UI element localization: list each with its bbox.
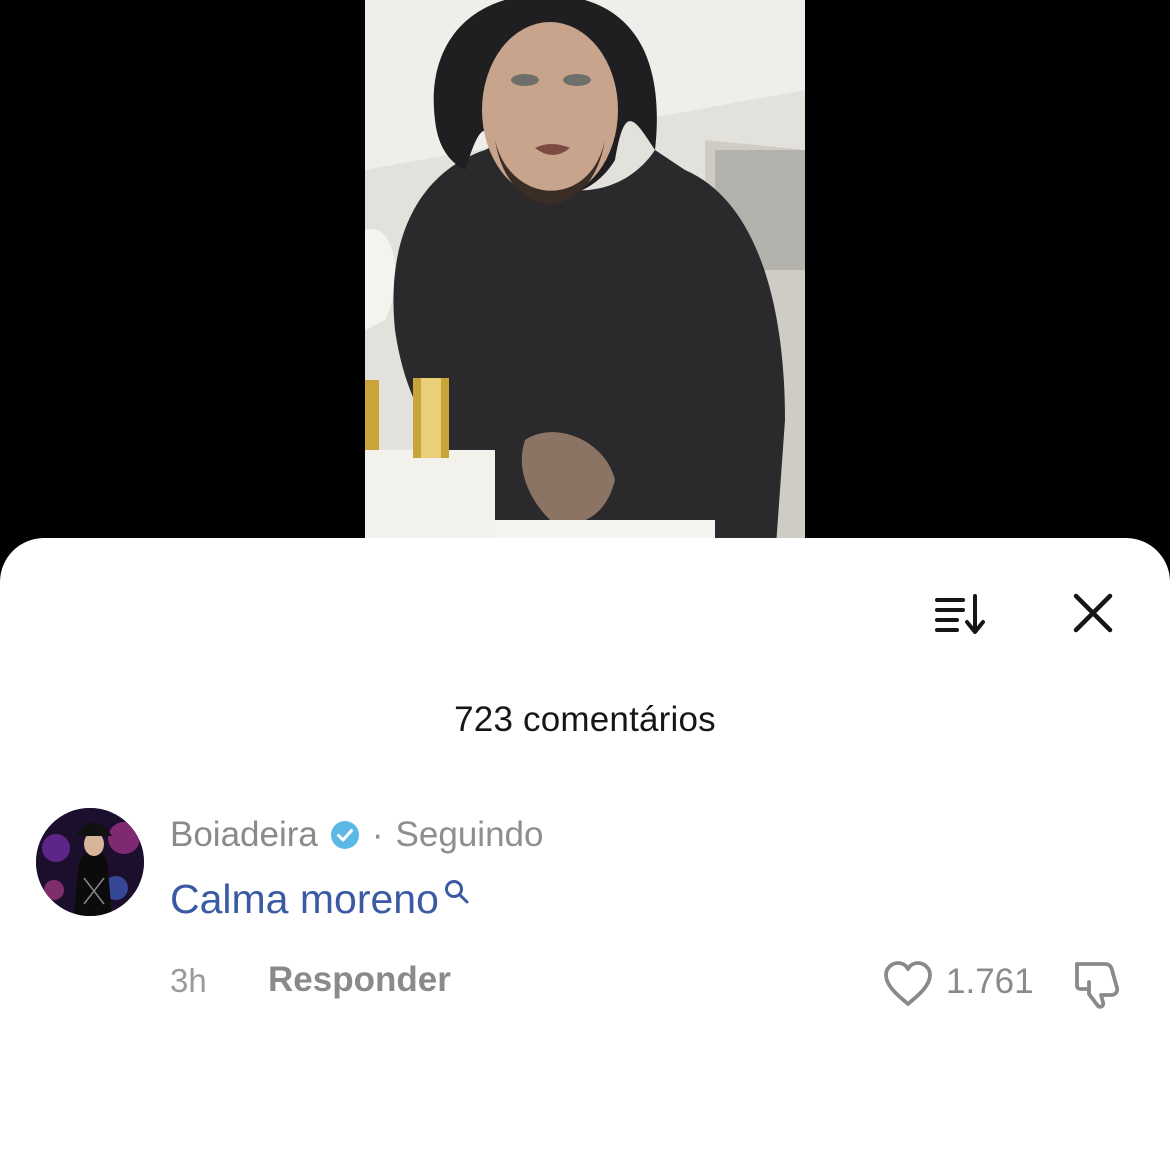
screen: 723 comentários Boiadeira · Seguindo Cal…: [0, 0, 1170, 1170]
close-button[interactable]: [1064, 584, 1122, 642]
sort-comments-button[interactable]: [930, 586, 990, 642]
verified-badge-icon: [330, 820, 360, 850]
like-button[interactable]: [880, 958, 936, 1010]
comment-timestamp: 3h: [170, 962, 207, 999]
comment-text-content: Calma moreno: [170, 876, 439, 922]
close-icon: [1073, 593, 1113, 633]
heart-icon: [884, 961, 932, 1006]
video-player[interactable]: [365, 0, 805, 560]
separator-dot: ·: [371, 815, 384, 854]
comments-count-label: 723 comentários: [454, 700, 716, 739]
thumbs-down-icon: [1075, 962, 1120, 1009]
username[interactable]: Boiadeira: [170, 815, 318, 855]
video-frame: [365, 0, 805, 560]
comment-header: Boiadeira · Seguindo: [170, 812, 543, 858]
search-icon[interactable]: [443, 878, 471, 906]
avatar-image: [36, 808, 144, 916]
comments-count-title: 723 comentários: [0, 700, 1170, 740]
dislike-button[interactable]: [1068, 956, 1128, 1012]
follow-status: Seguindo: [395, 815, 544, 854]
avatar[interactable]: [36, 808, 144, 916]
reply-button[interactable]: Responder: [268, 960, 451, 1000]
like-count: 1.761: [946, 962, 1034, 1001]
comment-text: Calma moreno: [170, 876, 471, 923]
sort-icon: [935, 594, 985, 634]
